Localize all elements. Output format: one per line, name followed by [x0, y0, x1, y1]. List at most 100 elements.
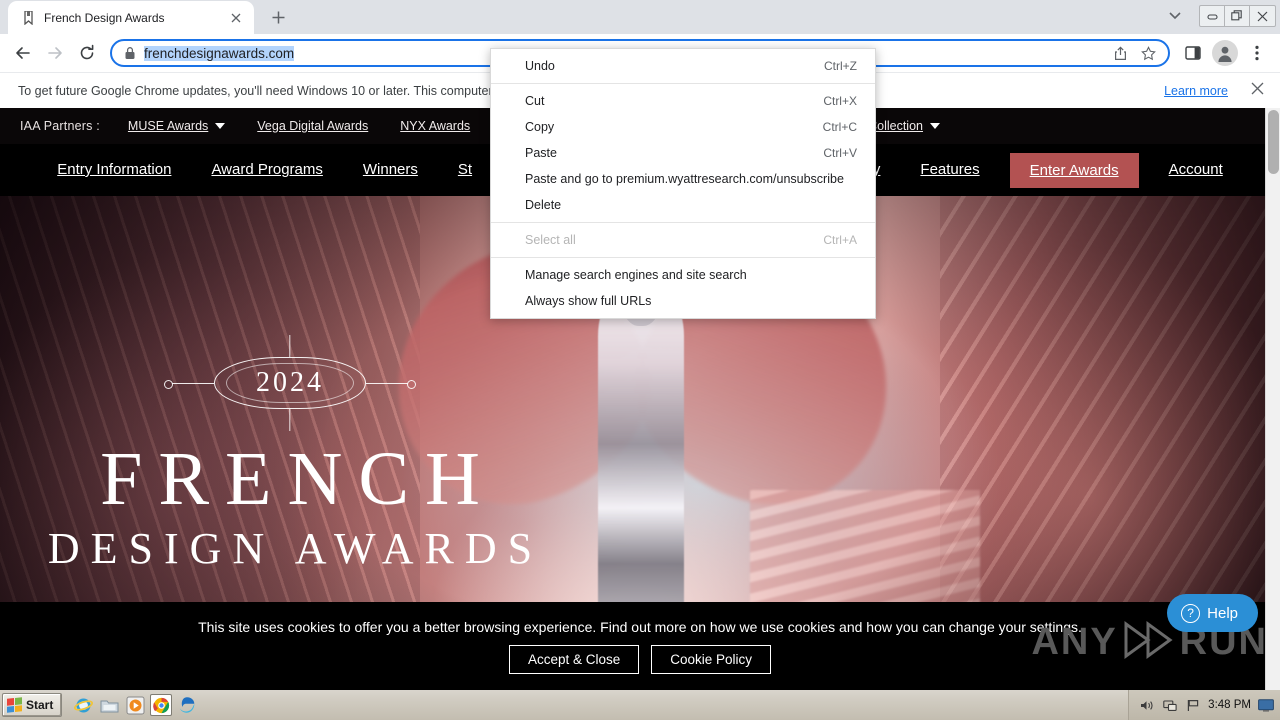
share-icon[interactable]: [1108, 41, 1132, 65]
ctx-accel: Ctrl+V: [823, 146, 857, 160]
internet-explorer-icon[interactable]: [72, 694, 94, 716]
windows-logo-icon: [7, 697, 22, 713]
question-mark-icon: ?: [1181, 603, 1201, 623]
ctx-item-always-show-full-urls[interactable]: Always show full URLs: [491, 288, 875, 314]
cookie-consent-banner: This site uses cookies to offer you a be…: [0, 602, 1280, 690]
new-tab-button[interactable]: [264, 3, 292, 31]
chevron-down-icon: [930, 123, 940, 129]
cookie-banner-buttons: Accept & Close Cookie Policy: [508, 644, 772, 674]
partner-label: NYX Awards: [400, 119, 471, 133]
learn-more-link[interactable]: Learn more: [1164, 84, 1228, 98]
partner-link-arte[interactable]: Arte Collection: [826, 119, 1280, 133]
ctx-accel: Ctrl+X: [823, 94, 857, 108]
ctx-group-select: Select all Ctrl+A: [491, 227, 875, 253]
cookie-policy-button[interactable]: Cookie Policy: [651, 644, 772, 674]
partner-link-muse[interactable]: MUSE Awards: [112, 119, 241, 133]
close-icon[interactable]: [228, 10, 244, 26]
forward-arrow-icon: [40, 38, 70, 68]
cookie-banner-text: This site uses cookies to offer you a be…: [198, 618, 1082, 635]
close-button[interactable]: [1250, 6, 1275, 26]
ctx-separator: [491, 83, 875, 84]
ctx-separator: [491, 257, 875, 258]
bookmark-icon: [20, 10, 36, 26]
folder-icon[interactable]: [98, 694, 120, 716]
ctx-label: Delete: [525, 198, 562, 212]
ctx-accel: Ctrl+C: [822, 120, 857, 134]
reload-icon[interactable]: [72, 38, 102, 68]
star-icon[interactable]: [1136, 41, 1160, 65]
microsoft-edge-icon[interactable]: [176, 694, 198, 716]
tab-strip: French Design Awards: [0, 0, 1280, 34]
year-badge: 2024: [164, 335, 416, 431]
ctx-item-undo[interactable]: Undo Ctrl+Z: [491, 53, 875, 79]
page-scrollbar[interactable]: [1265, 108, 1280, 690]
nav-item-st[interactable]: St: [438, 144, 492, 196]
ctx-item-cut[interactable]: Cut Ctrl+X: [491, 88, 875, 114]
accept-and-close-button[interactable]: Accept & Close: [508, 644, 640, 674]
side-panel-icon[interactable]: [1178, 38, 1208, 68]
help-button[interactable]: ? Help: [1167, 594, 1258, 632]
ctx-group-edit: Cut Ctrl+X Copy Ctrl+C Paste Ctrl+V Past…: [491, 88, 875, 218]
ctx-label: Always show full URLs: [525, 294, 652, 308]
ctx-separator: [491, 222, 875, 223]
chevron-down-icon: [215, 123, 226, 129]
start-button[interactable]: Start: [2, 693, 63, 717]
close-icon[interactable]: [1248, 82, 1266, 99]
ctx-group-settings: Manage search engines and site search Al…: [491, 262, 875, 314]
nav-item-award-programs[interactable]: Award Programs: [191, 144, 342, 196]
quick-launch-bar: [72, 692, 198, 718]
network-icon[interactable]: [1162, 697, 1178, 713]
ctx-item-paste[interactable]: Paste Ctrl+V: [491, 140, 875, 166]
partner-link-nyx[interactable]: NYX Awards: [384, 119, 486, 133]
profile-avatar-icon[interactable]: [1210, 38, 1240, 68]
page-scrollbar-thumb[interactable]: [1268, 110, 1279, 174]
chrome-browser-window: French Design Awards frenchdesignawards.…: [0, 0, 1280, 690]
hero-title-line1: FRENCH: [100, 437, 496, 521]
partner-link-vega[interactable]: Vega Digital Awards: [241, 119, 384, 133]
chevron-down-icon[interactable]: [1161, 2, 1189, 30]
start-button-label: Start: [26, 698, 54, 712]
window-controls: [1199, 5, 1276, 27]
badge-deco-right: [366, 378, 416, 392]
ctx-label: Undo: [525, 59, 555, 73]
volume-icon[interactable]: [1139, 697, 1155, 713]
ctx-item-select-all: Select all Ctrl+A: [491, 227, 875, 253]
ctx-label: Paste: [525, 146, 557, 160]
url-text-selected: frenchdesignawards.com: [144, 45, 295, 61]
tabstrip-right-controls: [1161, 2, 1276, 30]
partner-bar-label: IAA Partners :: [20, 119, 100, 133]
nav-item-entry-information[interactable]: Entry Information: [37, 144, 191, 196]
flag-icon[interactable]: [1185, 697, 1201, 713]
ctx-accel: Ctrl+A: [823, 233, 857, 247]
nav-item-account[interactable]: Account: [1149, 144, 1243, 196]
back-arrow-icon[interactable]: [8, 38, 38, 68]
show-desktop-icon[interactable]: [1258, 697, 1274, 713]
ctx-item-manage-search-engines[interactable]: Manage search engines and site search: [491, 262, 875, 288]
restore-button[interactable]: [1225, 6, 1250, 26]
browser-tab[interactable]: French Design Awards: [8, 1, 254, 34]
year-badge-label: 2024: [256, 367, 324, 398]
enter-awards-button[interactable]: Enter Awards: [1009, 152, 1139, 188]
google-chrome-icon[interactable]: [150, 694, 173, 716]
ctx-item-delete[interactable]: Delete: [491, 192, 875, 218]
hero-logo: 2024 FRENCH DESIGN AWARDS: [0, 335, 580, 571]
ctx-accel: Ctrl+Z: [824, 59, 857, 73]
ctx-item-copy[interactable]: Copy Ctrl+C: [491, 114, 875, 140]
three-dot-menu-icon[interactable]: [1242, 38, 1272, 68]
avatar[interactable]: [1212, 40, 1238, 66]
taskbar-clock[interactable]: 3:48 PM: [1208, 699, 1251, 711]
media-player-icon[interactable]: [124, 694, 146, 716]
nav-item-features[interactable]: Features: [900, 144, 999, 196]
tab-title: French Design Awards: [44, 10, 165, 25]
badge-stem-bottom: [289, 409, 291, 431]
ctx-item-paste-and-go[interactable]: Paste and go to premium.wyattresearch.co…: [491, 166, 875, 192]
lock-icon[interactable]: [124, 46, 136, 60]
ctx-label: Paste and go to premium.wyattresearch.co…: [525, 172, 844, 186]
system-tray: 3:48 PM: [1128, 690, 1280, 720]
ctx-group-undo: Undo Ctrl+Z: [491, 53, 875, 79]
windows-taskbar: Start 3:48 PM: [0, 690, 1280, 720]
ctx-label: Select all: [525, 233, 576, 247]
minimize-button[interactable]: [1200, 6, 1225, 26]
partner-label: MUSE Awards: [127, 119, 209, 133]
nav-item-winners[interactable]: Winners: [343, 144, 438, 196]
